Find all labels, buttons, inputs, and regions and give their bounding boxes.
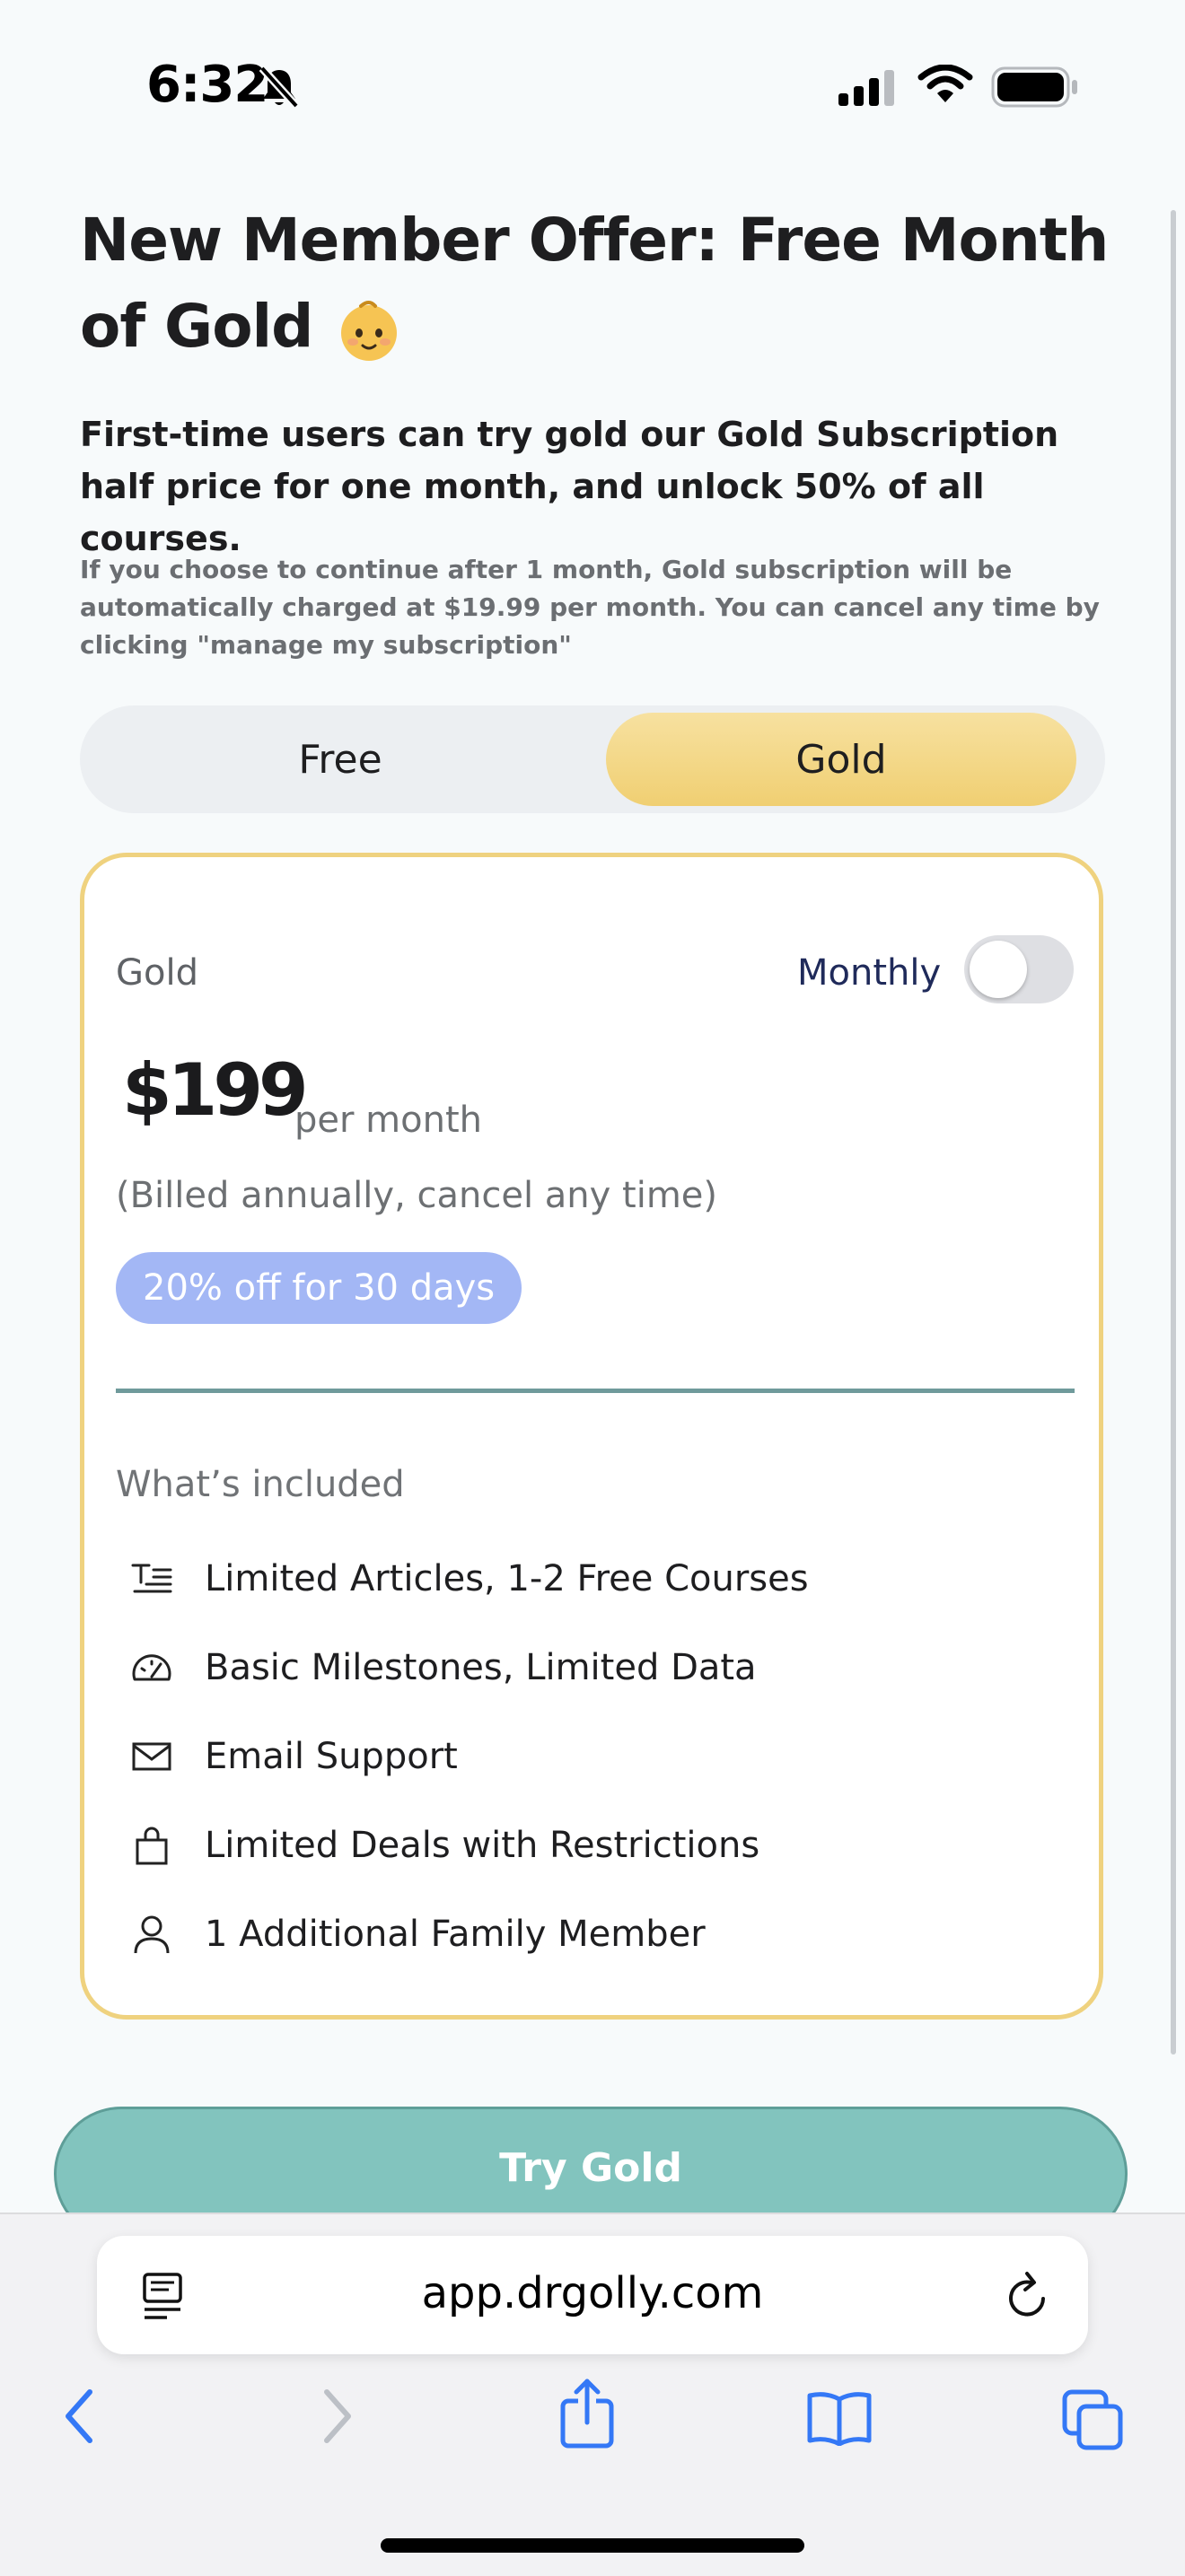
back-icon[interactable] [61,2385,97,2448]
shopping-bag-icon [129,1823,174,1868]
feature-item: Limited Deals with Restrictions [129,1818,759,1872]
plan-option-free[interactable]: Free [80,705,601,813]
feature-item: Email Support [129,1730,458,1783]
page-title: New Member Offer: Free Month of Gold [80,197,1112,370]
status-time: 6:32 [146,56,268,114]
silent-bell-icon [259,65,300,110]
billing-period-label: Monthly [797,952,942,994]
feature-label: Limited Deals with Restrictions [205,1825,760,1866]
browser-toolbar: app.drgolly.com [0,2212,1185,2576]
billing-note: (Billed annually, cancel any time) [116,1175,718,1216]
mail-icon [129,1734,174,1779]
included-title: What’s included [116,1464,405,1505]
share-icon[interactable] [558,2378,616,2449]
reload-icon[interactable] [1004,2270,1052,2320]
feature-label: 1 Additional Family Member [205,1914,706,1955]
promo-badge: 20% off for 30 days [116,1252,522,1324]
battery-icon [991,66,1077,108]
baby-emoji-icon [341,300,398,361]
home-indicator[interactable] [381,2538,804,2553]
status-bar: 6:32 [0,0,1185,171]
article-icon [129,1556,174,1601]
offer-description: First-time users can try gold our Gold S… [80,415,1059,558]
price: $199 [122,1048,309,1132]
person-icon [129,1912,174,1957]
feature-label: Basic Milestones, Limited Data [205,1647,757,1688]
feature-label: Email Support [205,1736,458,1777]
forward-icon[interactable] [320,2385,356,2448]
url-text: app.drgolly.com [421,2268,764,2318]
page-scrollbar[interactable] [1171,210,1176,2055]
billing-period-toggle[interactable] [964,935,1074,1003]
feature-label: Limited Articles, 1-2 Free Courses [205,1558,809,1599]
gauge-icon [129,1645,174,1690]
wifi-icon [917,65,973,102]
feature-item: 1 Additional Family Member [129,1907,706,1961]
bookmarks-icon[interactable] [806,2390,873,2446]
divider [116,1389,1075,1393]
page-title-text: New Member Offer: Free Month of Gold [80,206,1109,361]
plan-card: Gold Monthly $199 per month (Billed annu… [80,853,1103,2020]
feature-item: Limited Articles, 1-2 Free Courses [129,1552,809,1606]
address-bar[interactable]: app.drgolly.com [97,2236,1088,2354]
cellular-signal-icon [838,70,894,106]
tabs-icon[interactable] [1061,2388,1124,2451]
plan-selector: Free Gold [80,705,1105,813]
offer-fine-print: If you choose to continue after 1 month,… [80,555,1100,660]
feature-item: Basic Milestones, Limited Data [129,1641,757,1695]
price-unit: per month [294,1100,482,1141]
plan-option-gold[interactable]: Gold [606,713,1076,806]
toggle-knob [970,941,1027,998]
plan-name: Gold [116,952,198,994]
